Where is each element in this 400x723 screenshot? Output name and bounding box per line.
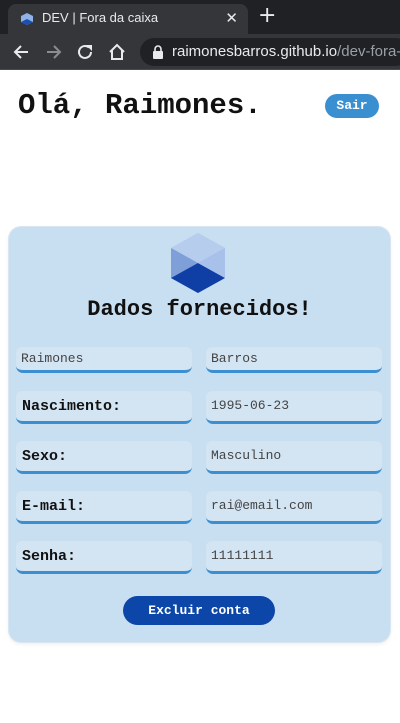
- email-value: rai@email.com: [211, 498, 313, 513]
- sex-label-box: Sexo:: [16, 441, 192, 474]
- password-value: 11111111: [211, 548, 274, 563]
- logout-button[interactable]: Sair: [325, 94, 379, 118]
- cube-logo-icon: [171, 233, 225, 293]
- email-label-box: E-mail:: [16, 491, 192, 524]
- sex-value: Masculino: [211, 448, 282, 463]
- tab-title: DEV | Fora da caixa: [42, 10, 159, 25]
- password-field[interactable]: 11111111: [206, 541, 382, 574]
- reload-icon[interactable]: [75, 42, 95, 62]
- arrow-right-icon[interactable]: [43, 42, 63, 62]
- browser-toolbar: raimonesbarros.github.io/dev-fora-d: [0, 34, 400, 70]
- page-content: Olá, Raimones. Sair Dados fornecidos! Ra…: [0, 71, 400, 723]
- dev-logo-icon: [21, 13, 33, 25]
- arrow-left-icon[interactable]: [12, 42, 32, 62]
- email-label: E-mail:: [22, 498, 86, 515]
- birthdate-label-box: Nascimento:: [16, 391, 192, 424]
- new-tab-icon[interactable]: +: [258, 5, 276, 27]
- password-label: Senha:: [22, 548, 77, 565]
- birthdate-value: 1995-06-23: [211, 398, 290, 413]
- last-name-field[interactable]: Barros: [206, 347, 382, 373]
- sex-field[interactable]: Masculino: [206, 441, 382, 474]
- home-icon[interactable]: [107, 42, 127, 62]
- card-title: Dados fornecidos!: [87, 297, 312, 322]
- url-host: raimonesbarros.github.io: [172, 43, 338, 60]
- close-tab-icon[interactable]: ✕: [225, 9, 238, 27]
- url-path: /dev-fora-d: [337, 43, 400, 60]
- first-name-field[interactable]: Raimones: [16, 347, 192, 373]
- delete-account-button[interactable]: Excluir conta: [123, 596, 275, 625]
- browser-tab-bar: DEV | Fora da caixa ✕ +: [0, 0, 400, 34]
- greeting-heading: Olá, Raimones.: [18, 89, 262, 122]
- first-name-value: Raimones: [21, 351, 84, 366]
- lock-icon: [153, 45, 163, 59]
- url-text: raimonesbarros.github.io/dev-fora-d: [172, 43, 400, 60]
- address-bar[interactable]: raimonesbarros.github.io/dev-fora-d: [140, 38, 400, 66]
- last-name-value: Barros: [211, 351, 258, 366]
- password-label-box: Senha:: [16, 541, 192, 574]
- birthdate-field[interactable]: 1995-06-23: [206, 391, 382, 424]
- birthdate-label: Nascimento:: [22, 398, 122, 415]
- sex-label: Sexo:: [22, 448, 68, 465]
- email-field[interactable]: rai@email.com: [206, 491, 382, 524]
- user-data-card: Dados fornecidos! Raimones Barros Nascim…: [9, 227, 390, 642]
- browser-tab[interactable]: DEV | Fora da caixa ✕: [8, 4, 248, 34]
